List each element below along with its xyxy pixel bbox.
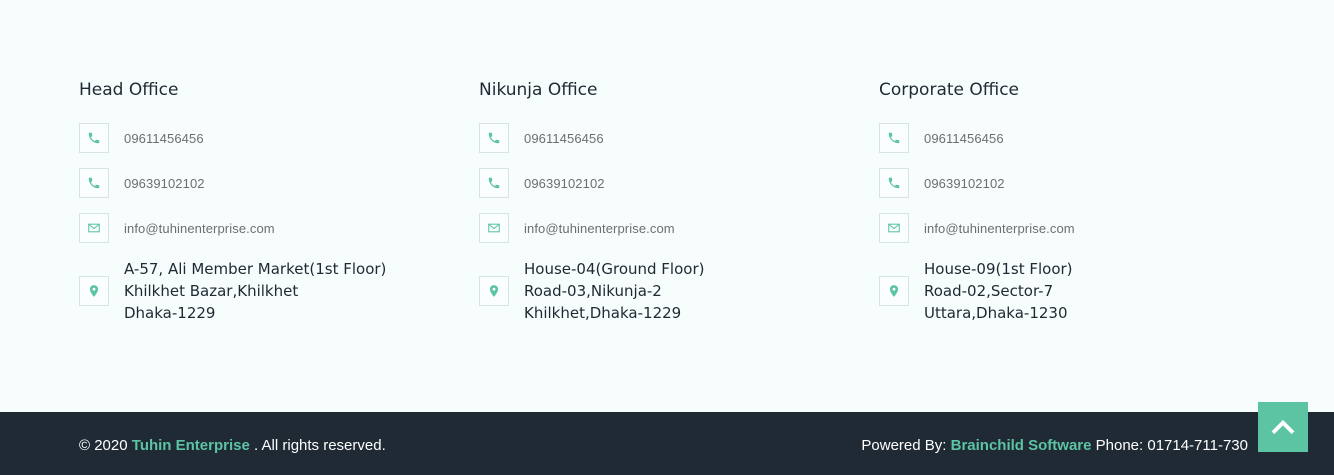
office-title: Corporate Office — [879, 80, 1020, 100]
back-to-top-button[interactable] — [1258, 402, 1308, 452]
envelope-icon — [879, 213, 909, 243]
map-pin-icon — [879, 276, 909, 306]
phone-icon — [879, 168, 909, 198]
developer-link[interactable]: Brainchild Software — [951, 437, 1092, 454]
address-row: A-57, Ali Member Market(1st Floor) Khilk… — [79, 258, 386, 324]
phone-icon — [879, 123, 909, 153]
phone-row-1: 09611456456 — [479, 123, 604, 153]
office-title: Head Office — [79, 80, 179, 100]
phone-link[interactable]: 09611456456 — [124, 131, 204, 146]
address-text: House-09(1st Floor) Road-02,Sector-7 Utt… — [924, 258, 1073, 324]
office-nikunja: Nikunja Office 09611456456 09639102102 i… — [479, 78, 859, 322]
company-link[interactable]: Tuhin Enterprise — [132, 437, 250, 454]
envelope-icon — [479, 213, 509, 243]
phone-icon — [79, 168, 109, 198]
email-row: info@tuhinenterprise.com — [879, 213, 1075, 243]
address-line: Khilkhet Bazar,Khilkhet — [124, 282, 299, 300]
chevron-up-icon — [1271, 419, 1295, 435]
phone-link[interactable]: 09639102102 — [524, 176, 605, 191]
envelope-icon — [79, 213, 109, 243]
offices-section: Head Office 09611456456 09639102102 info… — [0, 0, 1334, 412]
phone-link[interactable]: 09639102102 — [924, 176, 1005, 191]
address-text: House-04(Ground Floor) Road-03,Nikunja-2… — [524, 258, 704, 324]
address-line: House-04(Ground Floor) — [524, 260, 705, 278]
email-link[interactable]: info@tuhinenterprise.com — [924, 221, 1075, 236]
phone-link[interactable]: 09611456456 — [524, 131, 604, 146]
powered-by: Powered By: Brainchild Software Phone: 0… — [861, 437, 1248, 454]
address-row: House-04(Ground Floor) Road-03,Nikunja-2… — [479, 258, 704, 324]
email-link[interactable]: info@tuhinenterprise.com — [124, 221, 275, 236]
office-corporate: Corporate Office 09611456456 09639102102… — [879, 78, 1259, 322]
email-row: info@tuhinenterprise.com — [79, 213, 275, 243]
phone-row-2: 09639102102 — [879, 168, 1005, 198]
email-link[interactable]: info@tuhinenterprise.com — [524, 221, 675, 236]
copyright-text: © 2020 Tuhin Enterprise . All rights res… — [79, 437, 386, 454]
address-text: A-57, Ali Member Market(1st Floor) Khilk… — [124, 258, 386, 324]
phone-link[interactable]: 09611456456 — [924, 131, 1004, 146]
address-line: Uttara,Dhaka-1230 — [924, 304, 1068, 322]
phone-icon — [479, 123, 509, 153]
address-line: Road-03,Nikunja-2 — [524, 282, 662, 300]
phone-row-1: 09611456456 — [79, 123, 204, 153]
phone-link[interactable]: 09639102102 — [124, 176, 205, 191]
office-head: Head Office 09611456456 09639102102 info… — [79, 78, 459, 322]
phone-row-2: 09639102102 — [479, 168, 605, 198]
address-row: House-09(1st Floor) Road-02,Sector-7 Utt… — [879, 258, 1073, 324]
phone-row-1: 09611456456 — [879, 123, 1004, 153]
map-pin-icon — [79, 276, 109, 306]
copyright-prefix: © 2020 — [79, 437, 128, 454]
map-pin-icon — [479, 276, 509, 306]
office-title: Nikunja Office — [479, 80, 598, 100]
address-line: Dhaka-1229 — [124, 304, 216, 322]
address-line: A-57, Ali Member Market(1st Floor) — [124, 260, 387, 278]
footer-phone: Phone: 01714-711-730 — [1095, 437, 1248, 454]
phone-row-2: 09639102102 — [79, 168, 205, 198]
address-line: Road-02,Sector-7 — [924, 282, 1054, 300]
copyright-suffix: . All rights reserved. — [254, 437, 386, 454]
footer: © 2020 Tuhin Enterprise . All rights res… — [0, 412, 1334, 475]
phone-icon — [479, 168, 509, 198]
phone-icon — [79, 123, 109, 153]
powered-prefix: Powered By: — [861, 437, 947, 454]
address-line: Khilkhet,Dhaka-1229 — [524, 304, 682, 322]
email-row: info@tuhinenterprise.com — [479, 213, 675, 243]
address-line: House-09(1st Floor) — [924, 260, 1073, 278]
